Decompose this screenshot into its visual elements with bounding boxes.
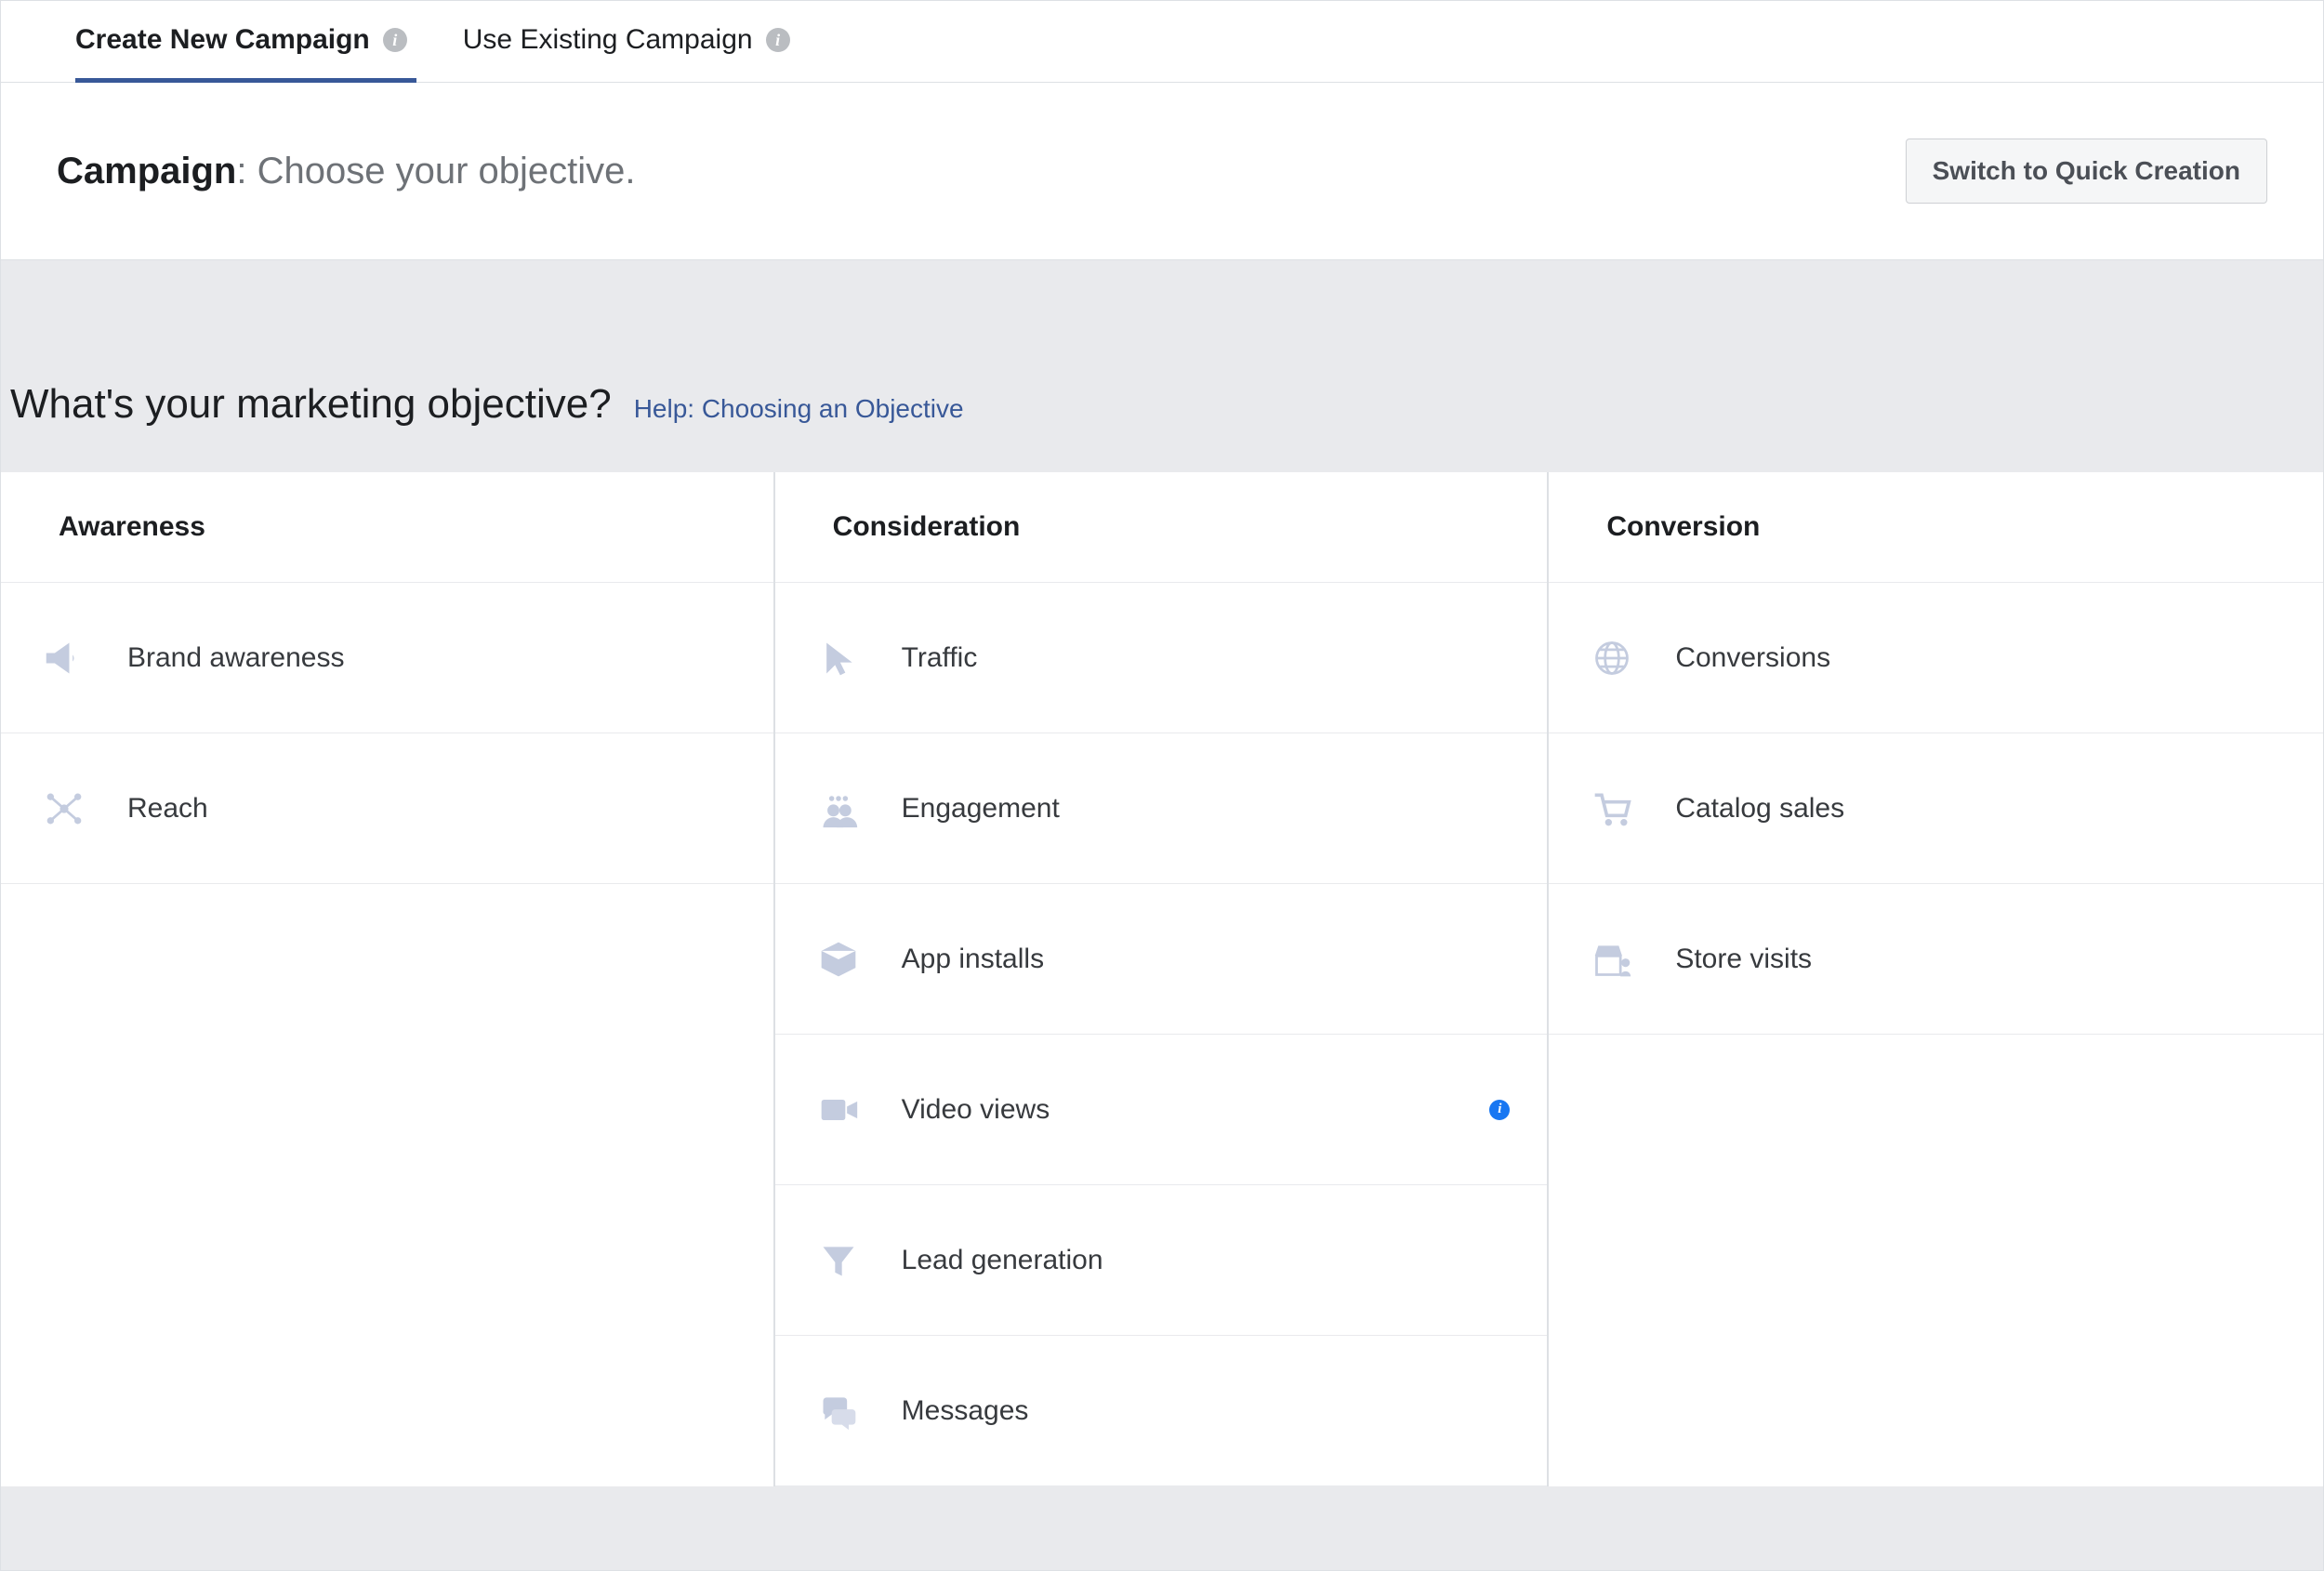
objective-brand-awareness[interactable]: Brand awareness — [1, 583, 773, 733]
tab-create-new-campaign[interactable]: Create New Campaign i — [75, 24, 407, 82]
objective-engagement[interactable]: Engagement — [775, 733, 1548, 884]
objective-label: Conversions — [1675, 642, 1830, 674]
help-choosing-objective-link[interactable]: Help: Choosing an Objective — [634, 394, 964, 424]
title-sub: : Choose your objective. — [236, 151, 635, 191]
people-icon — [814, 785, 863, 833]
column-header-consideration: Consideration — [775, 472, 1548, 583]
column-awareness: Awareness Brand awareness Reach — [1, 472, 775, 1486]
objective-label: Traffic — [902, 642, 978, 674]
title-row: Campaign: Choose your objective. Switch … — [1, 83, 2323, 259]
title-strong: Campaign — [57, 151, 236, 191]
objective-reach[interactable]: Reach — [1, 733, 773, 884]
cart-icon — [1588, 785, 1636, 833]
objective-video-views[interactable]: Video views i — [775, 1035, 1548, 1185]
objective-label: Reach — [127, 793, 208, 825]
funnel-icon — [814, 1236, 863, 1285]
objective-label: Lead generation — [902, 1245, 1103, 1276]
megaphone-icon — [40, 634, 88, 682]
objective-label: Video views — [902, 1094, 1050, 1126]
box-icon — [814, 935, 863, 984]
globe-icon — [1588, 634, 1636, 682]
top-card: Create New Campaign i Use Existing Campa… — [1, 1, 2323, 260]
column-conversion: Conversion Conversions Catalog sales Sto… — [1549, 472, 2323, 1486]
objective-question: What's your marketing objective? — [10, 381, 612, 428]
store-icon — [1588, 935, 1636, 984]
objective-conversions[interactable]: Conversions — [1549, 583, 2323, 733]
objective-catalog-sales[interactable]: Catalog sales — [1549, 733, 2323, 884]
objective-label: Engagement — [902, 793, 1060, 825]
info-icon[interactable]: i — [383, 28, 407, 52]
objective-label: Catalog sales — [1675, 793, 1844, 825]
campaign-creation-tabs: Create New Campaign i Use Existing Campa… — [1, 1, 2323, 83]
objective-lead-generation[interactable]: Lead generation — [775, 1185, 1548, 1336]
video-icon — [814, 1086, 863, 1134]
objective-question-row: What's your marketing objective? Help: C… — [1, 260, 2323, 472]
info-icon[interactable]: i — [766, 28, 790, 52]
tab-label: Use Existing Campaign — [463, 24, 753, 56]
objective-label: App installs — [902, 944, 1044, 975]
column-header-awareness: Awareness — [1, 472, 773, 583]
info-icon[interactable]: i — [1489, 1100, 1510, 1120]
column-header-conversion: Conversion — [1549, 472, 2323, 583]
objective-label: Brand awareness — [127, 642, 344, 674]
chat-icon — [814, 1387, 863, 1435]
tab-use-existing-campaign[interactable]: Use Existing Campaign i — [463, 24, 790, 82]
switch-to-quick-creation-button[interactable]: Switch to Quick Creation — [1906, 139, 2267, 204]
objective-label: Messages — [902, 1395, 1029, 1427]
objective-label: Store visits — [1675, 944, 1812, 975]
objectives-grid: Awareness Brand awareness Reach Consider… — [1, 472, 2323, 1486]
column-consideration: Consideration Traffic Engagement App ins… — [775, 472, 1550, 1486]
objective-store-visits[interactable]: Store visits — [1549, 884, 2323, 1035]
network-icon — [40, 785, 88, 833]
cursor-icon — [814, 634, 863, 682]
objective-app-installs[interactable]: App installs — [775, 884, 1548, 1035]
objective-traffic[interactable]: Traffic — [775, 583, 1548, 733]
page-title: Campaign: Choose your objective. — [57, 151, 635, 192]
tab-label: Create New Campaign — [75, 24, 370, 56]
objective-messages[interactable]: Messages — [775, 1336, 1548, 1486]
